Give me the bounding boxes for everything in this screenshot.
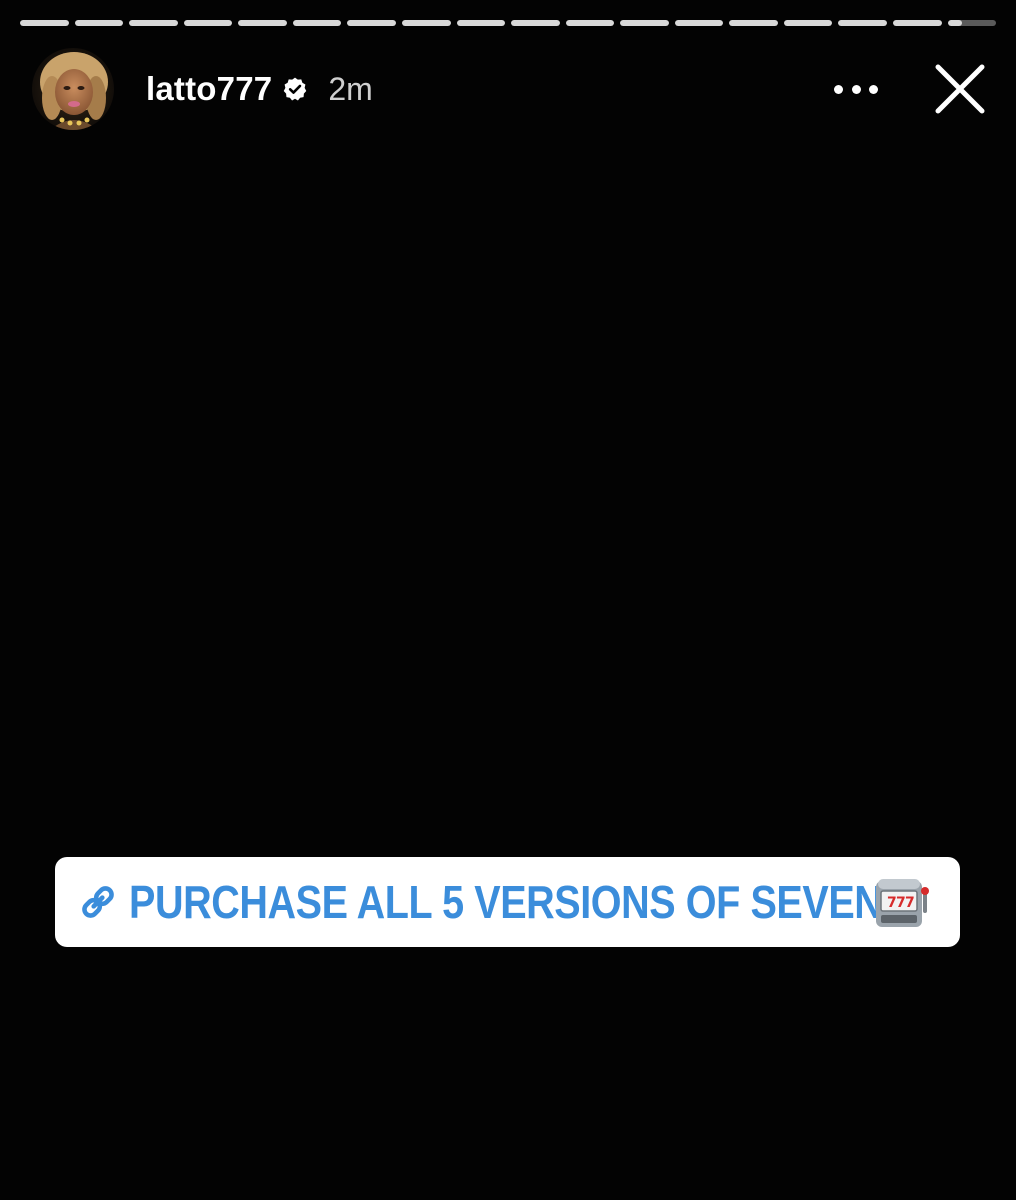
verified-badge-icon: [284, 77, 307, 101]
story-progress-fill: [347, 20, 396, 26]
story-progress-fill: [238, 20, 287, 26]
story-progress-segment: [565, 20, 615, 26]
avatar-image: [32, 48, 114, 130]
story-progress-segment: [401, 20, 451, 26]
story-progress-fill: [947, 20, 963, 26]
more-options-icon[interactable]: [834, 79, 878, 99]
close-icon[interactable]: [932, 61, 988, 117]
story-header: latto777 2m: [32, 46, 992, 132]
story-progress-fill: [74, 20, 124, 26]
story-progress-fill: [292, 20, 342, 26]
story-progress-segment: [674, 20, 724, 26]
story-progress-segment: [783, 20, 833, 26]
story-progress-segment: [838, 20, 887, 26]
story-progress-segment: [729, 20, 778, 26]
story-timestamp: 2m: [328, 70, 373, 107]
story-progress-fill: [511, 20, 560, 26]
story-progress-segment: [511, 20, 560, 26]
story-progress-segment: [947, 20, 997, 26]
story-progress-fill: [783, 20, 833, 26]
story-progress-fill: [401, 20, 451, 26]
story-progress-fill: [183, 20, 233, 26]
link-icon: [82, 886, 114, 918]
story-progress-fill: [620, 20, 669, 26]
story-progress-fill: [893, 20, 942, 26]
story-progress-segment: [893, 20, 942, 26]
story-progress-fill: [456, 20, 506, 26]
story-progress-fill: [838, 20, 887, 26]
profile-avatar[interactable]: [32, 48, 114, 130]
story-progress-segment: [620, 20, 669, 26]
story-progress-fill: [729, 20, 778, 26]
story-progress-segment: [20, 20, 69, 26]
slot-seven-3: 7: [905, 895, 915, 911]
story-viewer[interactable]: latto777 2m PURCHASE ALL 5 VERSIONS OF S…: [0, 0, 1016, 1200]
story-progress-fill: [674, 20, 724, 26]
story-progress-bar: [20, 20, 997, 26]
link-sticker[interactable]: PURCHASE ALL 5 VERSIONS OF SEVEN 7 7 7: [55, 857, 960, 947]
username[interactable]: latto777: [146, 70, 272, 108]
story-progress-segment: [129, 20, 178, 26]
story-progress-segment: [238, 20, 287, 26]
story-progress-fill: [20, 20, 69, 26]
slot-machine-icon: 7 7 7: [876, 879, 929, 927]
story-progress-fill: [565, 20, 615, 26]
story-progress-segment: [347, 20, 396, 26]
link-sticker-label: PURCHASE ALL 5 VERSIONS OF SEVEN: [129, 876, 883, 928]
story-progress-segment: [183, 20, 233, 26]
story-progress-segment: [74, 20, 124, 26]
story-progress-segment: [292, 20, 342, 26]
story-progress-segment: [456, 20, 506, 26]
story-progress-fill: [129, 20, 178, 26]
